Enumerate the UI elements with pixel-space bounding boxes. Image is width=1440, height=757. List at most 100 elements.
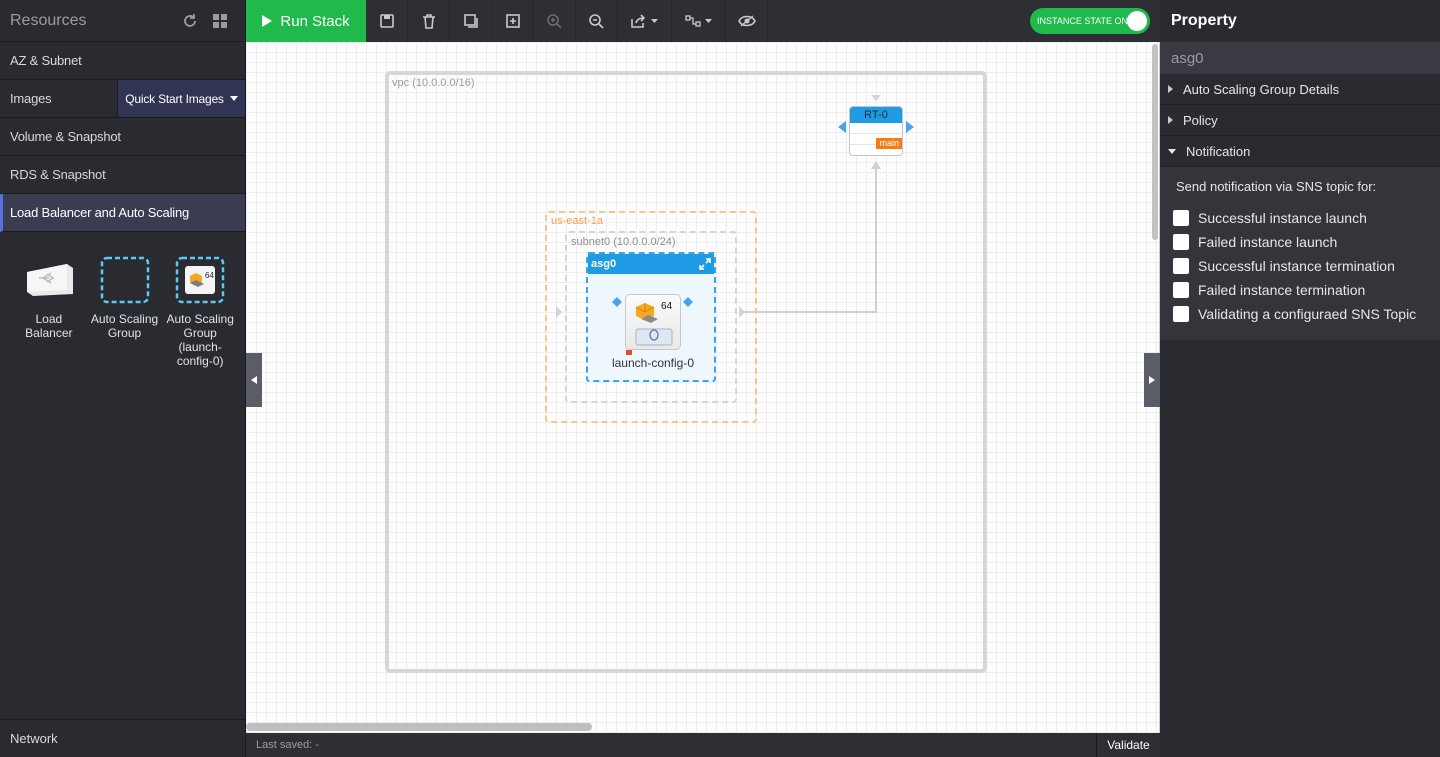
design-canvas[interactable]: vpc (10.0.0.0/16) us-east-1a subnet0 (10… (246, 42, 1160, 733)
section-label: Notification (1186, 143, 1251, 159)
checkbox-label: Validating a configuraed SNS Topic (1198, 306, 1417, 322)
chevron-left-icon (251, 376, 257, 384)
route-table-label: RT-0 (850, 107, 902, 123)
resource-asg-launch-config[interactable]: 64 Auto Scaling Group (launch-config-0) (165, 256, 235, 368)
vertical-scrollbar[interactable] (1152, 44, 1158, 240)
save-icon[interactable] (366, 0, 408, 42)
accordion-load-balancer-auto-scaling[interactable]: Load Balancer and Auto Scaling (0, 194, 245, 232)
instance-state-toggle[interactable]: INSTANCE STATE ON (1030, 8, 1150, 34)
checkbox[interactable] (1173, 210, 1189, 226)
refresh-icon[interactable] (175, 6, 205, 36)
rt-port-right-icon[interactable] (906, 121, 914, 133)
section-policy[interactable]: Policy (1160, 105, 1440, 136)
line-style-menu[interactable] (672, 0, 726, 42)
last-saved-text: Last saved: - (256, 739, 319, 751)
port-left-icon[interactable] (612, 297, 622, 307)
checkbox-failed-termination[interactable]: Failed instance termination (1173, 278, 1440, 302)
port-right-icon[interactable] (683, 297, 693, 307)
horizontal-scrollbar[interactable] (246, 723, 592, 731)
line-style-icon (685, 15, 701, 27)
accordion-label: Network (10, 731, 58, 746)
collapse-left-panel-button[interactable] (246, 353, 262, 407)
property-panel: Property asg0 Auto Scaling Group Details… (1160, 0, 1440, 757)
auto-scaling-group[interactable]: asg0 64 launch-config-0 (586, 252, 716, 382)
toggle-knob (1127, 11, 1147, 31)
dropdown-value: Quick Start Images (125, 91, 224, 106)
grid-view-icon[interactable] (205, 6, 235, 36)
checkbox[interactable] (1173, 258, 1189, 274)
az-label: us-east-1a (551, 215, 603, 227)
checkbox-label: Failed instance termination (1198, 282, 1366, 298)
accordion-volume-snapshot[interactable]: Volume & Snapshot (0, 118, 245, 156)
caret-right-icon (1168, 85, 1173, 93)
toolbar: Run Stack INSTANCE STATE ON (246, 0, 1160, 42)
export-menu[interactable] (618, 0, 672, 42)
asg-label: asg0 (591, 258, 617, 270)
zoom-out-icon[interactable] (576, 0, 618, 42)
resource-load-balancer[interactable]: Load Balancer (14, 256, 84, 368)
launch-config-node[interactable]: 64 (625, 294, 681, 355)
checkbox-label: Successful instance termination (1198, 258, 1395, 274)
notification-content: Send notification via SNS topic for: Suc… (1160, 167, 1440, 340)
resource-label: Auto Scaling Group (launch-config-0) (166, 312, 234, 368)
accordion-label: Volume & Snapshot (10, 129, 121, 144)
caret-down-icon (229, 96, 238, 101)
instance-state-label: INSTANCE STATE ON (1037, 16, 1129, 26)
run-stack-button[interactable]: Run Stack (246, 0, 366, 42)
resource-auto-scaling-group[interactable]: Auto Scaling Group (90, 256, 160, 368)
caret-right-icon (1168, 116, 1173, 124)
validate-button[interactable]: Validate (1096, 733, 1160, 757)
play-icon (262, 15, 273, 27)
caret-down-icon (705, 19, 712, 23)
route-table-row (850, 123, 902, 134)
accordion-label: RDS & Snapshot (10, 167, 106, 182)
section-asg-details[interactable]: Auto Scaling Group Details (1160, 74, 1440, 105)
launch-config-icon (635, 303, 673, 346)
accordion-label: Load Balancer and Auto Scaling (10, 205, 190, 220)
section-notification[interactable]: Notification (1160, 136, 1440, 167)
asg-header: asg0 (588, 254, 714, 274)
resources-title: Resources (10, 11, 87, 29)
view-toggle-icon[interactable] (726, 0, 768, 42)
duplicate-icon[interactable] (450, 0, 492, 42)
checkbox-label: Failed instance launch (1198, 234, 1338, 250)
checkbox-successful-termination[interactable]: Successful instance termination (1173, 254, 1440, 278)
accordion-images[interactable]: Images Quick Start Images (0, 80, 245, 118)
checkbox[interactable] (1173, 306, 1189, 322)
accordion-label: Images (10, 91, 52, 106)
accordion-label: AZ & Subnet (10, 53, 82, 68)
status-indicator (626, 350, 632, 355)
svg-text:64: 64 (205, 271, 214, 280)
asg-empty-icon (99, 256, 151, 304)
caret-down-icon (651, 19, 658, 23)
accordion-az-subnet[interactable]: AZ & Subnet (0, 42, 245, 80)
new-stack-icon[interactable] (492, 0, 534, 42)
resources-panel: Resources AZ & Subnet Images Quick Start… (0, 0, 246, 757)
notification-heading: Send notification via SNS topic for: (1176, 179, 1377, 194)
checkbox-validate-sns-topic[interactable]: Validating a configuraed SNS Topic (1173, 302, 1440, 326)
resources-header: Resources (0, 0, 245, 42)
chevron-right-icon (1149, 376, 1155, 384)
resource-label: Load Balancer (25, 312, 73, 340)
export-icon (631, 14, 646, 28)
quick-start-images-dropdown[interactable]: Quick Start Images (117, 80, 245, 117)
accordion-rds-snapshot[interactable]: RDS & Snapshot (0, 156, 245, 194)
launch-config-label: launch-config-0 (611, 356, 695, 370)
checkbox[interactable] (1173, 234, 1189, 250)
checkbox-successful-launch[interactable]: Successful instance launch (1173, 206, 1440, 230)
accordion-network[interactable]: Network (0, 719, 246, 757)
expand-icon[interactable] (699, 258, 711, 270)
caret-down-icon (1168, 148, 1176, 154)
collapse-right-panel-button[interactable] (1144, 353, 1160, 407)
zoom-in-icon[interactable] (534, 0, 576, 42)
section-label: Policy (1183, 112, 1218, 128)
run-stack-label: Run Stack (280, 12, 350, 30)
rt-port-left-icon[interactable] (838, 121, 846, 133)
delete-icon[interactable] (408, 0, 450, 42)
checkbox-failed-launch[interactable]: Failed instance launch (1173, 230, 1440, 254)
checkbox[interactable] (1173, 282, 1189, 298)
route-table-node[interactable]: RT-0 main (849, 106, 903, 156)
main-tag: main (876, 138, 902, 149)
section-label: Auto Scaling Group Details (1183, 81, 1340, 97)
checkbox-label: Successful instance launch (1198, 210, 1367, 226)
